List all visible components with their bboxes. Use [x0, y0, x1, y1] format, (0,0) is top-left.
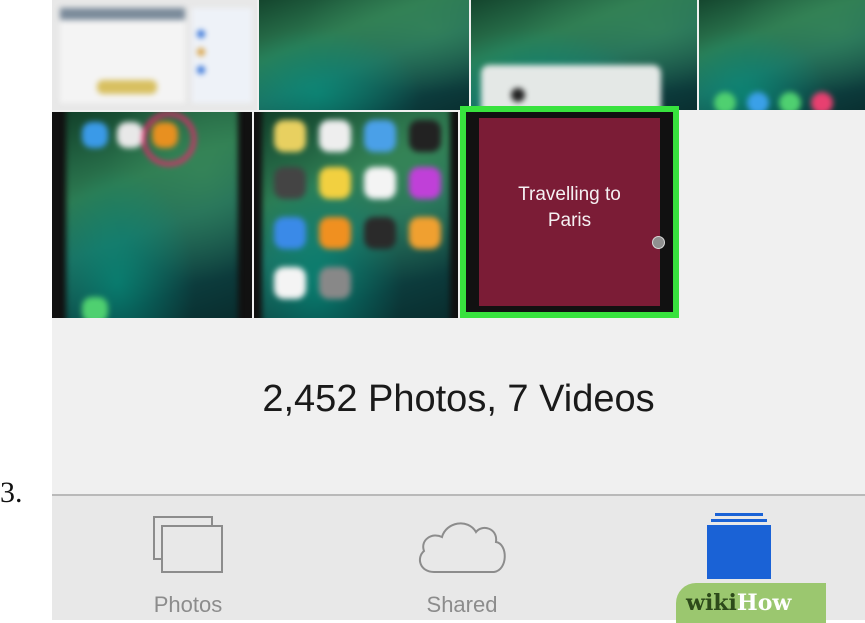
video-frame: Travelling to Paris	[479, 118, 665, 306]
albums-icon	[707, 513, 771, 579]
tab-label: Photos	[153, 592, 223, 617]
photos-app-screen: Travelling to Paris 2,452 Photos, 7 Vide…	[52, 0, 865, 620]
tab-label: Shared	[426, 592, 498, 617]
photo-thumbnail[interactable]	[254, 112, 458, 318]
photo-thumbnail[interactable]	[259, 0, 469, 110]
wikihow-watermark: wikiHow	[676, 583, 826, 623]
photo-thumbnail[interactable]	[52, 0, 257, 110]
watermark-wiki: wiki	[686, 590, 737, 616]
step-number: 3.	[0, 476, 23, 509]
tab-shared[interactable]: Shared	[352, 496, 572, 620]
photo-thumbnail[interactable]	[699, 0, 865, 110]
video-title: Travelling to Paris	[518, 184, 621, 231]
photos-stack-icon	[153, 516, 223, 573]
photo-thumbnail[interactable]	[471, 0, 697, 110]
selected-video-thumbnail[interactable]: Travelling to Paris	[460, 106, 679, 318]
cloud-icon	[418, 522, 506, 573]
library-summary: 2,452 Photos, 7 Videos	[262, 378, 655, 420]
photo-thumbnail[interactable]	[52, 112, 252, 318]
watermark-how: How	[736, 590, 792, 616]
tab-photos[interactable]: Photos	[78, 496, 298, 620]
touch-indicator-icon	[652, 236, 665, 249]
